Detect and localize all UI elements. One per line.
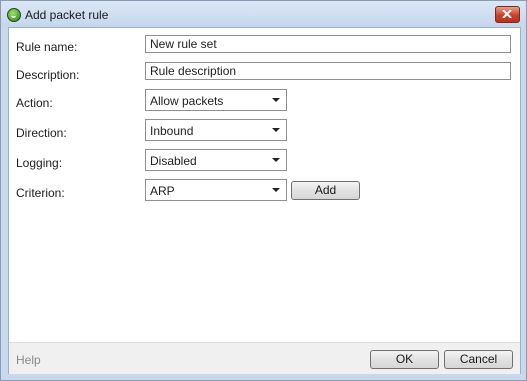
cancel-button[interactable]: Cancel bbox=[444, 350, 513, 369]
criterion-dropdown[interactable]: ARP bbox=[145, 179, 287, 201]
dialog-body: Rule name: New rule set Description: Rul… bbox=[8, 27, 521, 374]
action-dropdown[interactable]: Allow packets bbox=[145, 89, 287, 111]
description-input[interactable]: Rule description bbox=[145, 62, 511, 80]
app-icon bbox=[7, 8, 21, 22]
direction-value: Inbound bbox=[150, 124, 194, 138]
dialog-footer: Help OK Cancel bbox=[9, 342, 520, 374]
chevron-down-icon bbox=[272, 158, 280, 162]
window-title: Add packet rule bbox=[25, 8, 109, 22]
rule-name-input[interactable]: New rule set bbox=[145, 35, 511, 53]
criterion-label: Criterion: bbox=[16, 186, 65, 200]
close-icon bbox=[502, 10, 512, 18]
rule-name-label: Rule name: bbox=[16, 40, 78, 54]
dialog-window: Add packet rule Rule name: New rule set … bbox=[0, 0, 527, 381]
close-button[interactable] bbox=[495, 6, 520, 23]
action-value: Allow packets bbox=[150, 94, 224, 108]
logging-dropdown[interactable]: Disabled bbox=[145, 149, 287, 171]
direction-label: Direction: bbox=[16, 126, 67, 140]
chevron-down-icon bbox=[272, 128, 280, 132]
title-bar[interactable]: Add packet rule bbox=[1, 1, 526, 27]
help-link[interactable]: Help bbox=[16, 353, 41, 367]
action-label: Action: bbox=[16, 96, 53, 110]
logging-value: Disabled bbox=[150, 154, 197, 168]
description-label: Description: bbox=[16, 68, 80, 82]
chevron-down-icon bbox=[272, 188, 280, 192]
direction-dropdown[interactable]: Inbound bbox=[145, 119, 287, 141]
logging-label: Logging: bbox=[16, 156, 63, 170]
criterion-value: ARP bbox=[150, 184, 175, 198]
chevron-down-icon bbox=[272, 98, 280, 102]
ok-button[interactable]: OK bbox=[370, 350, 439, 369]
add-criterion-button[interactable]: Add bbox=[291, 181, 360, 200]
